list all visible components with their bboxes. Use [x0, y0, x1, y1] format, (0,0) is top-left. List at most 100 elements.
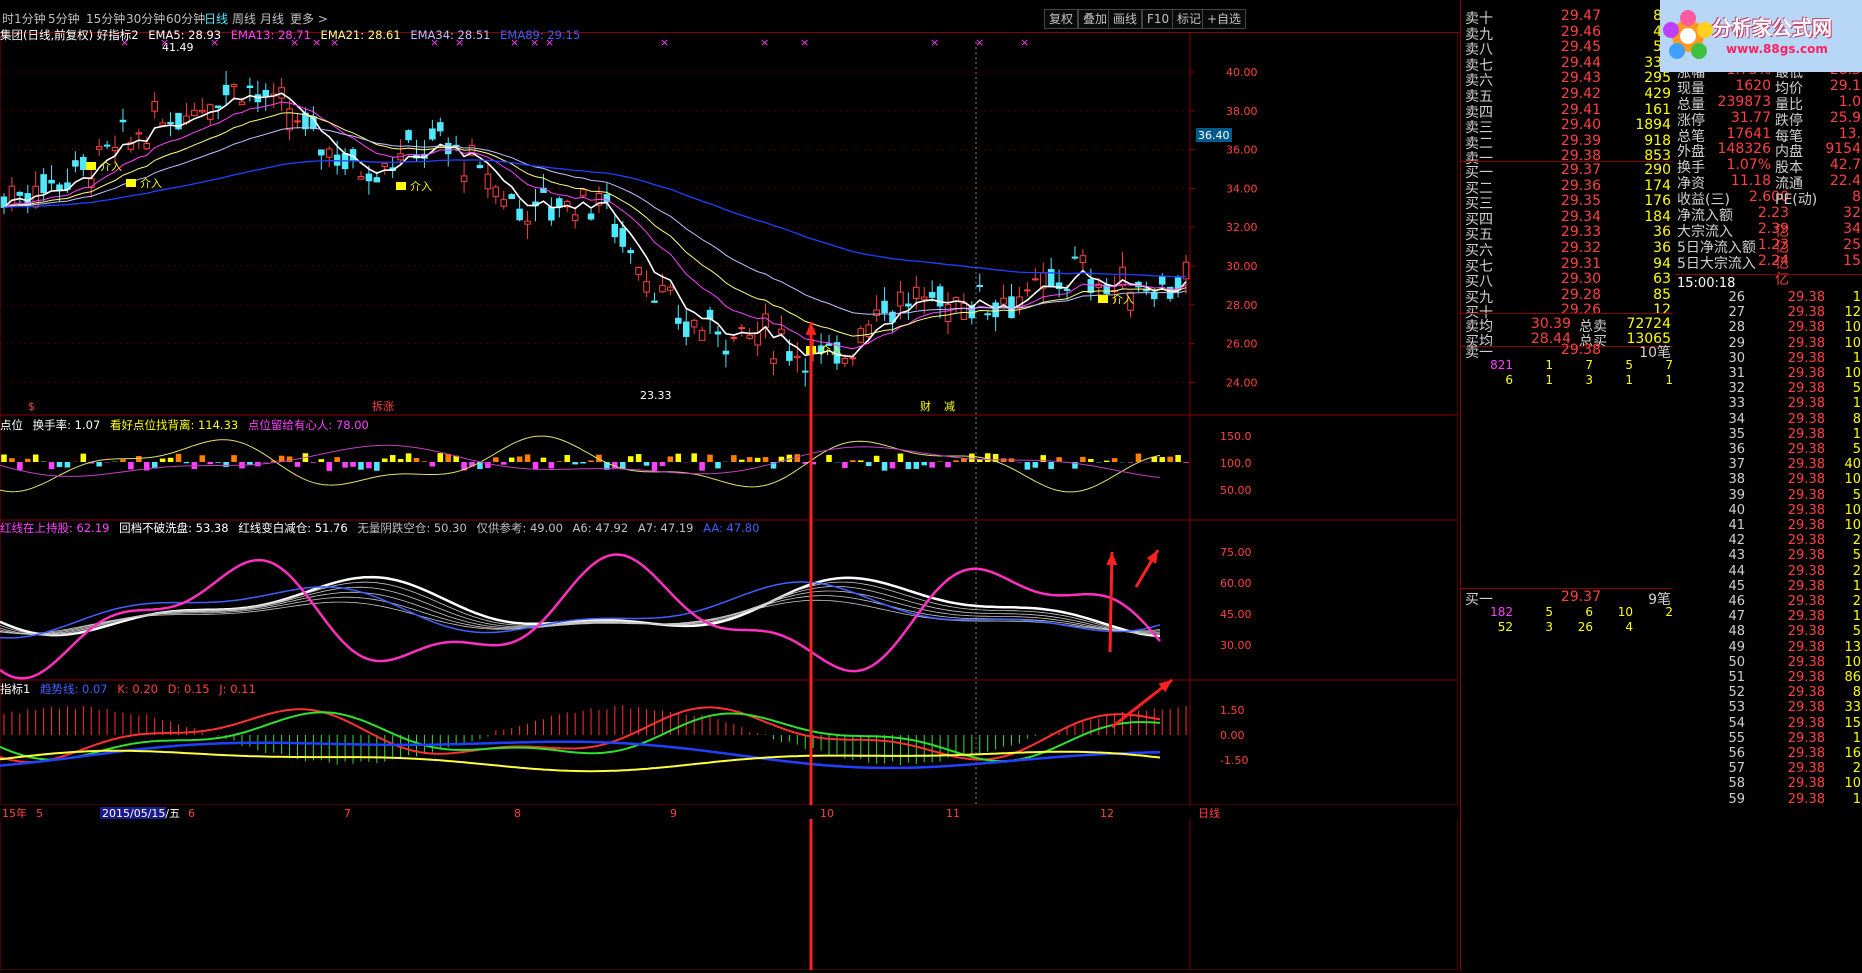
tick-price: 29.38 [1765, 457, 1825, 472]
panel2-bar [953, 460, 959, 462]
tick-second: 56 [1721, 746, 1745, 761]
panel2-bar [826, 455, 832, 462]
orderbook-price: 29.30 [1521, 271, 1601, 287]
candle-body [906, 304, 912, 306]
candle-body [985, 314, 991, 315]
tick-price: 29.38 [1765, 366, 1825, 381]
candle-body [620, 229, 626, 247]
panel2-bar [17, 462, 23, 470]
tick-second: 27 [1721, 305, 1745, 320]
stats-value: 22.4 [1811, 173, 1861, 189]
quote-panel: 卖十29.4787卖九29.4643卖八29.4556卖七29.44337卖六2… [1460, 0, 1862, 970]
signal-marker [86, 162, 96, 170]
stats-value: 29.1 [1811, 78, 1861, 94]
panel2-bar [390, 455, 396, 462]
panel2-bar [691, 453, 697, 462]
timeframe-tab[interactable]: 30分钟 [126, 10, 165, 27]
queue-order-size: 7 [1561, 358, 1593, 372]
panel2-bar [755, 458, 761, 462]
timeframe-tab[interactable]: 周线 [232, 10, 256, 27]
timeframe-tab[interactable]: 1分钟 [14, 10, 46, 27]
orderbook-volume: 429 [1644, 86, 1671, 102]
orderbook-volume: 174 [1644, 178, 1671, 194]
candle-body [961, 304, 967, 320]
panel2-bar [731, 455, 737, 462]
orderbook-price: 29.37 [1521, 589, 1601, 605]
price-ytick-label: 24.00 [1226, 376, 1258, 389]
timeframe-tab[interactable]: 5分钟 [48, 10, 80, 27]
tick-price: 29.38 [1765, 594, 1825, 609]
candle-body [239, 102, 245, 105]
orderbook-total-value: 72724 [1626, 316, 1671, 332]
timeframe-tab[interactable]: 60分钟 [166, 10, 205, 27]
panel2-bar [1048, 462, 1054, 469]
xaxis-label: 15年 [2, 806, 27, 820]
panel3-l8: AA: 47.80 [703, 521, 759, 535]
timeframe-tab[interactable]: 时 [2, 10, 14, 27]
orderbook-volume: 918 [1644, 133, 1671, 149]
candle-body [445, 143, 451, 153]
candle-body [57, 185, 63, 190]
tick-second: 51 [1721, 670, 1745, 685]
timeframe-tab[interactable]: 日线 [204, 10, 228, 27]
stats-value: 42.7 [1811, 157, 1861, 173]
price-ytick-label: 28.00 [1226, 299, 1258, 312]
timeframe-tab[interactable]: 月线 [260, 10, 284, 27]
event-tag: 减 [944, 400, 955, 413]
panel2-bar [1, 455, 7, 462]
candle-body [652, 301, 658, 302]
signal-label: 介入 [140, 177, 162, 190]
kline-chart-area[interactable]: 40.0038.0036.0034.0032.0030.0028.0026.00… [0, 32, 1458, 970]
queue-order-size: 1 [1521, 373, 1553, 387]
tick-second: 54 [1721, 716, 1745, 731]
signal-label: 介入 [100, 160, 122, 173]
candle-body [41, 175, 47, 193]
orderbook-volume: 184 [1644, 209, 1671, 225]
tick-row[interactable]: 5929.381 [1675, 792, 1862, 810]
panel2-bar [660, 462, 666, 466]
candle-body [921, 297, 927, 299]
timeframe-tab[interactable]: 15分钟 [86, 10, 125, 27]
logo-url: www.88gs.com [1726, 42, 1828, 56]
toolbar-button[interactable]: 复权 [1044, 9, 1078, 29]
tick-price: 29.38 [1765, 579, 1825, 594]
toolbar-button[interactable]: 叠加 [1078, 9, 1112, 29]
toolbar-button[interactable]: F10 [1142, 9, 1174, 29]
kline-chart-svg[interactable]: 40.0038.0036.0034.0032.0030.0028.0026.00… [0, 32, 1458, 970]
candle-body [945, 305, 951, 322]
candle-body [747, 335, 753, 338]
tick-second: 45 [1721, 579, 1745, 594]
tick-volume: 5 [1835, 548, 1861, 563]
xaxis-label: 10 [820, 807, 834, 820]
candle-body [152, 101, 158, 111]
panel2-bar [1128, 462, 1134, 463]
panel2-bar [160, 459, 166, 462]
panel2-bar [969, 454, 975, 462]
tick-volume: 16 [1835, 746, 1861, 761]
timeframe-tab[interactable]: 更多 > [290, 10, 328, 27]
panel2-bar [795, 454, 801, 462]
candle-body [660, 285, 666, 291]
tick-volume: 5 [1835, 488, 1861, 503]
panel2-bar [549, 462, 555, 468]
orderbook-volume: 94 [1653, 256, 1671, 272]
panel2-bar [652, 462, 658, 471]
queue-order-size: 1 [1601, 373, 1633, 387]
candle-body [850, 358, 856, 359]
xaxis-label: 8 [514, 807, 521, 820]
tick-second: 39 [1721, 488, 1745, 503]
ema89-label: EMA89: 29.15 [500, 28, 580, 42]
candle-body [715, 332, 721, 334]
orderbook-volume: 36 [1653, 240, 1671, 256]
candle-body [898, 292, 904, 306]
tick-second: 38 [1721, 472, 1745, 487]
candle-body [1033, 279, 1039, 280]
panel2-bar [57, 462, 63, 467]
toolbar-button[interactable]: 画线 [1108, 9, 1142, 29]
toolbar-button[interactable]: +自选 [1202, 9, 1246, 29]
ema21-label: EMA21: 28.61 [321, 28, 401, 42]
toolbar-button[interactable]: 标记 [1172, 9, 1206, 29]
panel2-bar [945, 462, 951, 467]
orderbook-price: 29.42 [1521, 86, 1601, 102]
tick-price: 29.38 [1765, 716, 1825, 731]
